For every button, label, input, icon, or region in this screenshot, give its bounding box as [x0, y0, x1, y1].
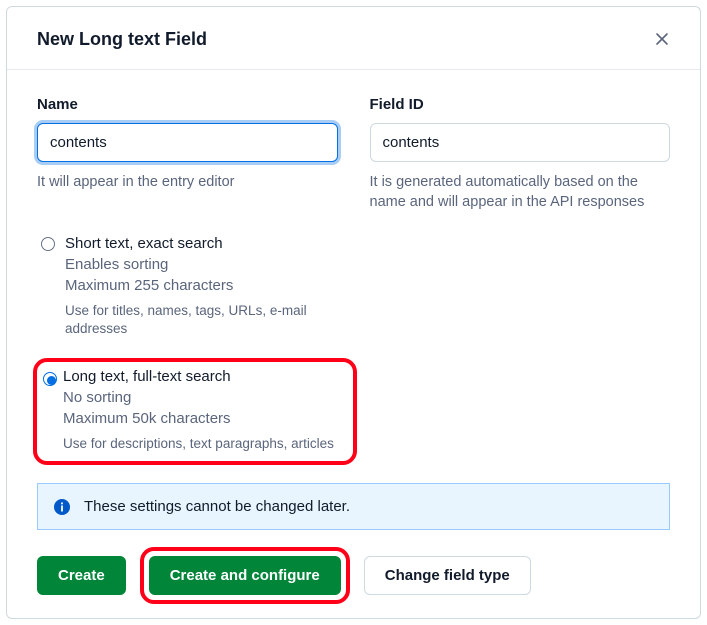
option-hint: Use for titles, names, tags, URLs, e-mai…	[65, 302, 345, 338]
field-id-group: Field ID It is generated automatically b…	[370, 96, 671, 213]
field-id-label: Field ID	[370, 96, 671, 113]
option-title: Long text, full-text search	[63, 368, 343, 385]
change-field-type-button[interactable]: Change field type	[364, 556, 531, 595]
option-title: Short text, exact search	[65, 235, 345, 252]
close-icon	[654, 31, 670, 47]
create-button[interactable]: Create	[37, 556, 126, 595]
text-type-radio-group: Short text, exact search Enables sorting…	[37, 231, 357, 466]
create-and-configure-button[interactable]: Create and configure	[149, 556, 341, 595]
modal-header: New Long text Field	[7, 7, 700, 70]
option-hint: Use for descriptions, text paragraphs, a…	[63, 435, 343, 453]
option-line2: Maximum 255 characters	[65, 275, 345, 296]
warning-notice: These settings cannot be changed later.	[37, 483, 670, 530]
notice-text: These settings cannot be changed later.	[84, 498, 350, 515]
modal-title: New Long text Field	[37, 29, 207, 50]
highlight-create-configure: Create and configure	[140, 547, 350, 604]
modal-body: Name It will appear in the entry editor …	[7, 70, 700, 619]
modal-actions: Create Create and configure Change field…	[37, 552, 670, 599]
radio-icon	[41, 237, 55, 251]
field-id-input[interactable]	[370, 123, 671, 162]
field-id-help: It is generated automatically based on t…	[370, 172, 671, 213]
close-button[interactable]	[650, 27, 674, 51]
option-line1: No sorting	[63, 387, 343, 408]
new-field-modal: New Long text Field Name It will appear …	[6, 6, 701, 619]
option-long-text[interactable]: Long text, full-text search No sorting M…	[33, 358, 357, 465]
radio-icon	[43, 372, 57, 386]
name-help: It will appear in the entry editor	[37, 172, 338, 192]
name-input[interactable]	[37, 123, 338, 162]
option-short-text[interactable]: Short text, exact search Enables sorting…	[37, 231, 357, 348]
name-label: Name	[37, 96, 338, 113]
option-line1: Enables sorting	[65, 254, 345, 275]
option-line2: Maximum 50k characters	[63, 408, 343, 429]
name-field-group: Name It will appear in the entry editor	[37, 96, 338, 213]
info-icon	[54, 499, 70, 515]
